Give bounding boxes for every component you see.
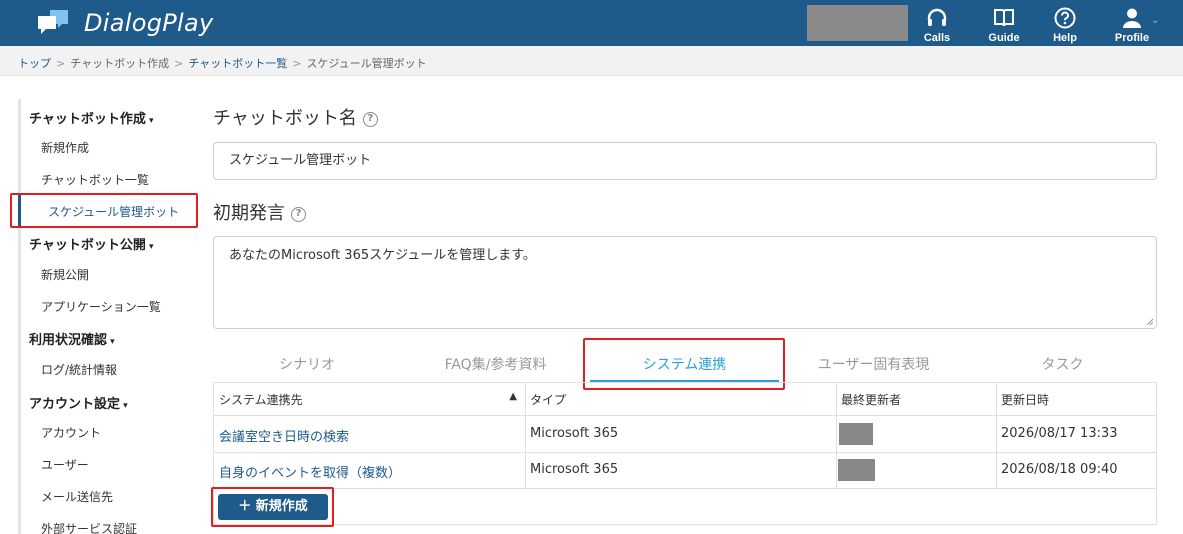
help-icon[interactable]: ? [362,111,378,127]
profile-label: Profile [1114,32,1150,44]
integration-updated-at: 2026/08/17 13:33 [1001,426,1118,441]
sidebar-item-external-auth[interactable]: 外部サービス認証 [41,520,137,534]
column-header-name[interactable]: システム連携先 ▲ [214,383,525,416]
integration-updated-at: 2026/08/18 09:40 [1001,462,1118,477]
greeting-label: 初期発言 [213,203,285,224]
integration-name-link[interactable]: 会議室空き日時の検索 [214,426,349,445]
tab-scenario[interactable]: シナリオ [213,354,401,374]
sidebar-item-app-list[interactable]: アプリケーション一覧 [41,298,161,315]
caret-down-icon: ▾ [145,116,154,126]
chatbot-name-input[interactable]: スケジュール管理ボット [213,142,1157,180]
calls-label: Calls [923,32,951,44]
integration-type: Microsoft 365 [530,426,619,441]
sidebar-section-title: チャットボット作成 [29,112,146,127]
help-button[interactable]: Help [1035,4,1095,44]
integration-name-link[interactable]: 自身のイベントを取得（複数） [214,462,401,481]
calls-button[interactable]: Calls [907,4,967,44]
sidebar-item-logs[interactable]: ログ/統計情報 [41,361,117,378]
highlight-box-new-button [211,487,334,527]
sidebar-item-new[interactable]: 新規作成 [41,139,89,156]
redacted-block [807,5,908,41]
tab-faq[interactable]: FAQ集/参考資料 [401,354,590,374]
breadcrumb-separator: > [56,57,66,70]
sidebar-item-users[interactable]: ユーザー [41,456,89,473]
caret-down-icon: ▾ [120,401,128,411]
sidebar-section-usage[interactable]: 利用状況確認 ▾ [29,329,115,348]
column-divider [836,383,837,488]
breadcrumb-separator: > [292,57,302,70]
breadcrumb-separator: > [174,57,184,70]
sidebar-section-publish[interactable]: チャットボット公開 ▾ [29,234,154,253]
chevron-down-icon[interactable]: ⌄ [1151,15,1159,26]
updater-avatar [839,423,873,445]
integration-type: Microsoft 365 [530,462,619,477]
chat-bubbles-logo-icon [38,10,68,34]
breadcrumb-current: スケジュール管理ボット [306,57,427,70]
app-logo-text[interactable]: DialogPlay [84,9,214,37]
sidebar-section-title: チャットボット公開 [29,238,146,253]
sort-asc-icon[interactable]: ▲ [509,391,517,402]
caret-down-icon: ▾ [107,337,115,347]
updater-avatar [838,459,875,481]
breadcrumb: トップ > チャットボット作成 > チャットボット一覧 > スケジュール管理ボット [0,46,1183,76]
breadcrumb-list[interactable]: チャットボット一覧 [188,57,287,70]
sidebar-section-account[interactable]: アカウント設定 ▾ [29,393,128,412]
greeting-textarea[interactable]: あなたのMicrosoft 365スケジュールを管理します。 [213,236,1157,329]
integration-table: システム連携先 ▲ タイプ 最終更新者 更新日時 会議室空き日時の検索 Micro… [213,382,1157,525]
sidebar-section-create[interactable]: チャットボット作成 ▾ [29,108,154,127]
sidebar-item-bot-list[interactable]: チャットボット一覧 [41,171,149,188]
chatbot-name-heading: チャットボット名? [213,104,378,130]
row-divider [214,452,1156,453]
book-icon [994,9,1014,27]
sidebar-item-new-publish[interactable]: 新規公開 [41,266,89,283]
help-icon[interactable]: ? [291,206,306,222]
sidebar-item-mail[interactable]: メール送信先 [41,488,113,505]
sidebar-section-title: アカウント設定 [29,397,121,412]
breadcrumb-create: チャットボット作成 [70,57,170,70]
column-header-updated-at[interactable]: 更新日時 [996,383,1156,416]
user-icon [1123,8,1141,28]
headset-icon [927,8,947,26]
help-label: Help [1053,32,1077,44]
caret-down-icon: ▾ [145,242,154,252]
column-header-type[interactable]: タイプ [525,383,836,416]
column-header-label: システム連携先 [219,393,303,407]
tab-user-expressions[interactable]: ユーザー固有表現 [779,354,968,374]
column-header-updater[interactable]: 最終更新者 [836,383,996,416]
help-circle-icon [1054,7,1076,29]
greeting-heading: 初期発言? [213,199,306,225]
tab-task[interactable]: タスク [968,354,1157,374]
sidebar: チャットボット作成 ▾ 新規作成 チャットボット一覧 スケジュール管理ボット チ… [18,99,200,534]
highlight-box-sidebar [10,193,198,228]
breadcrumb-top[interactable]: トップ [18,57,51,70]
sidebar-section-title: 利用状況確認 [29,333,108,348]
guide-button[interactable]: Guide [974,4,1034,44]
greeting-text: あなたのMicrosoft 365スケジュールを管理します。 [229,248,536,263]
sidebar-item-account[interactable]: アカウント [41,424,101,441]
row-divider [214,488,1156,489]
top-bar: DialogPlay Calls Guide Help Profile ⌄ [0,0,1183,46]
guide-label: Guide [988,32,1020,44]
chatbot-name-label: チャットボット名 [213,108,357,129]
resize-handle-icon[interactable] [1146,318,1154,326]
